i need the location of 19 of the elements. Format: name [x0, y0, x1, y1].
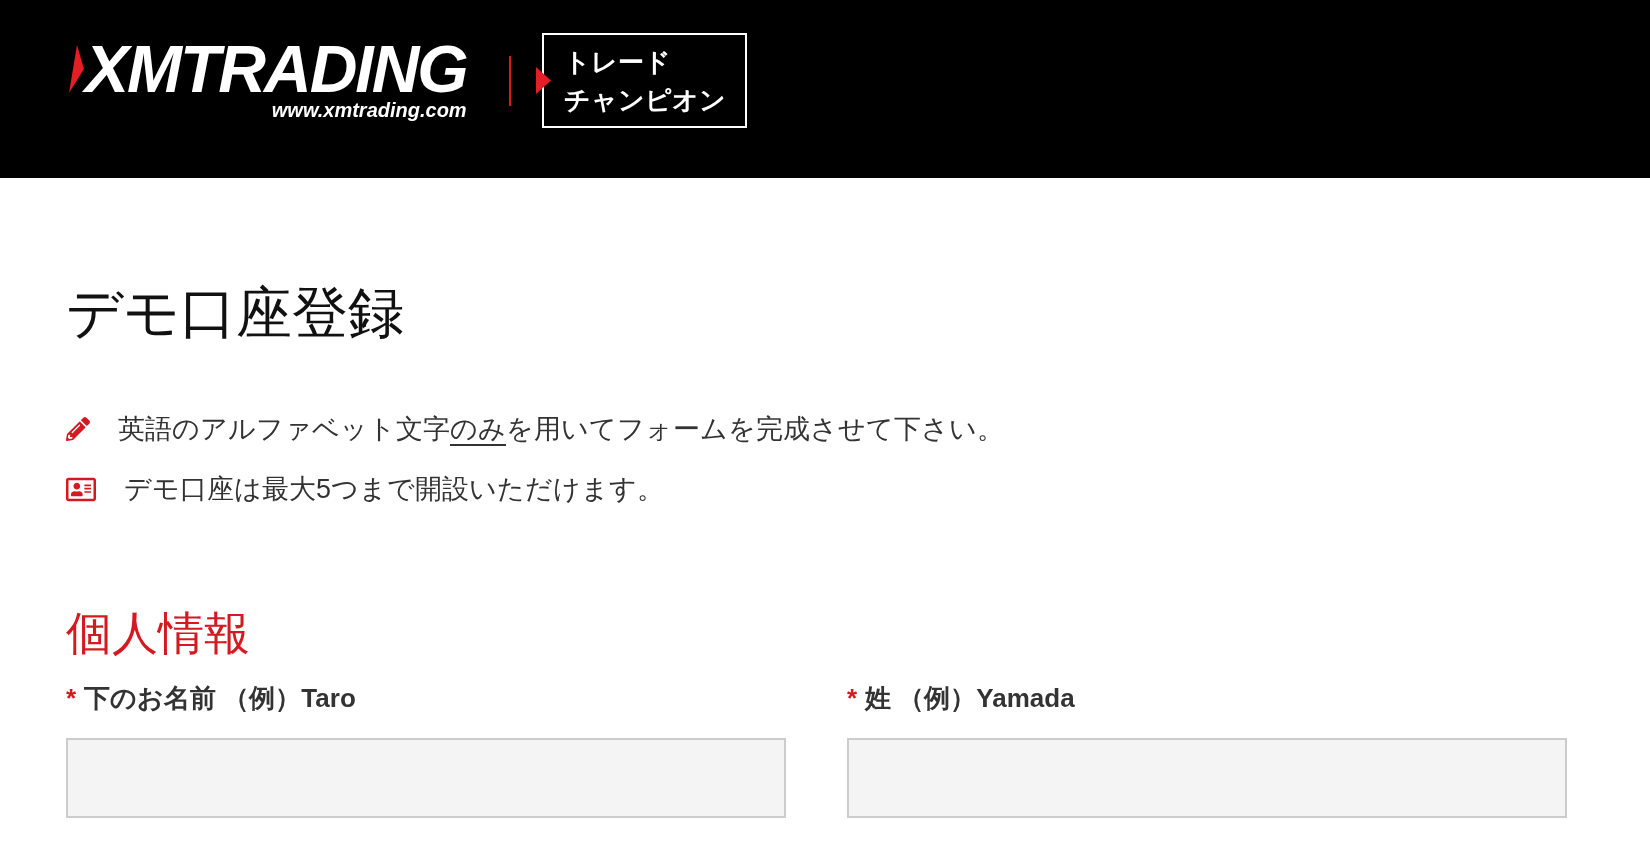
notice-text: 英語のアルファベット文字のみを用いてフォームを完成させて下さい。: [118, 413, 1004, 446]
badge-text: トレード: [563, 45, 672, 79]
required-mark: *: [847, 682, 858, 715]
required-mark: *: [66, 682, 77, 715]
triangle-icon: [535, 67, 551, 94]
badge-text: チャンピオン: [563, 83, 727, 117]
page-title: デモ口座登録: [66, 280, 405, 346]
logo-wordmark[interactable]: XMTRADING: [84, 40, 467, 97]
field-label: 下のお名前 （例）Taro: [84, 682, 356, 715]
logo-triangle-icon: [69, 44, 84, 93]
champion-badge[interactable]: トレード チャンピオン: [541, 33, 747, 128]
input-field[interactable]: [847, 738, 1567, 818]
logo-url[interactable]: www.xmtrading.com: [271, 98, 467, 121]
section-heading: 個人情報: [66, 606, 251, 661]
input-field[interactable]: [66, 738, 786, 818]
notice-text: デモ口座は最大5つまで開設いただけます。: [124, 473, 665, 506]
pencil-icon: [66, 417, 90, 441]
id-card-icon: [66, 475, 96, 503]
field-label: 姓 （例）Yamada: [865, 682, 1075, 715]
